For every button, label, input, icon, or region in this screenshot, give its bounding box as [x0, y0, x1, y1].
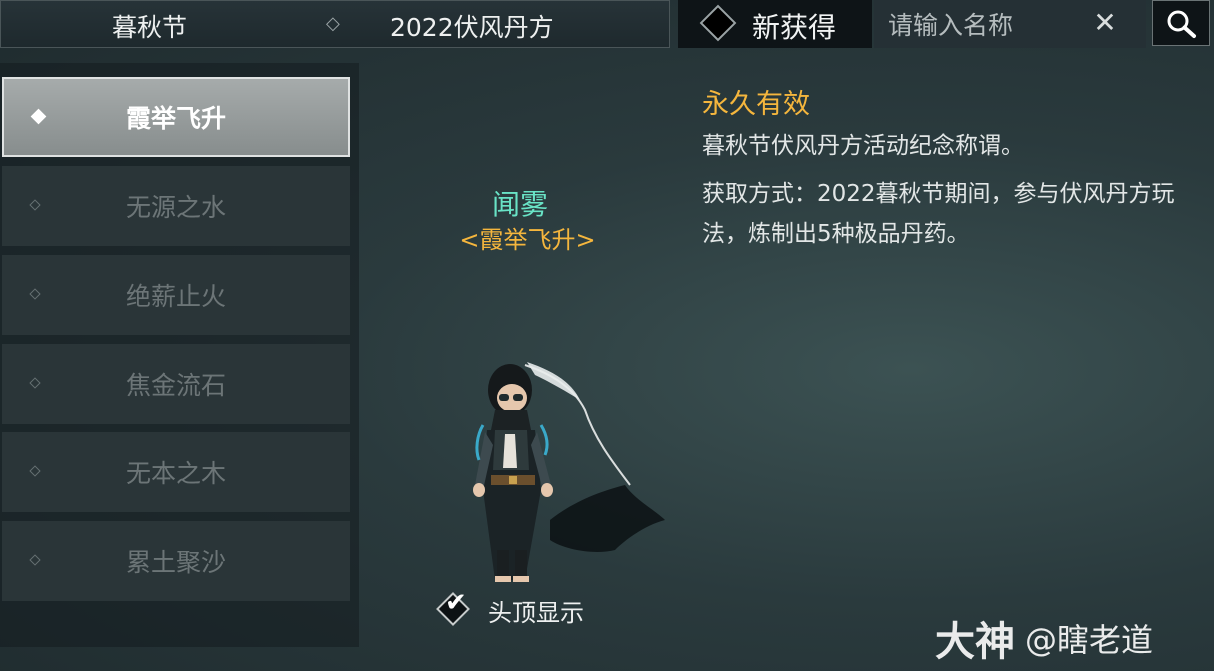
show-overhead-toggle[interactable]: ✔ 头顶显示: [436, 588, 611, 627]
category-separator-icon: ◇: [326, 13, 340, 34]
watermark: 大神 @瞎老道: [935, 609, 1154, 665]
character-name: 闻雾: [491, 188, 548, 221]
checkmark-icon: ✔: [445, 588, 467, 618]
title-item-label: 绝薪止火: [125, 282, 226, 311]
title-item-label: 无本之木: [125, 459, 226, 488]
category-primary[interactable]: 暮秋节: [112, 8, 187, 44]
clear-search-icon[interactable]: ✕: [1090, 6, 1120, 39]
top-bar: 暮秋节 ◇ 2022伏风丹方 新获得 ✕: [0, 0, 1214, 48]
title-item-label: 累土聚沙: [125, 548, 226, 577]
search-button[interactable]: [1152, 0, 1210, 46]
title-item-wuyuanzhishui[interactable]: 无源之水: [2, 166, 350, 246]
character-model[interactable]: [455, 350, 675, 590]
character-title: <霞举飞升>: [459, 226, 596, 254]
title-item-wubenzhimu[interactable]: 无本之木: [2, 432, 350, 512]
title-item-label: 无源之水: [125, 193, 226, 222]
title-item-jiaojinliushi[interactable]: 焦金流石: [2, 344, 350, 424]
title-item-label: 霞举飞升: [125, 104, 226, 133]
search-input[interactable]: [886, 8, 1080, 42]
title-description: 暮秋节伏风丹方活动纪念称谓。: [702, 133, 1024, 159]
watermark-brand-logo: 大神: [935, 619, 1015, 665]
title-item-juexinzhihuo[interactable]: 绝薪止火: [2, 255, 350, 335]
search-icon: [1167, 10, 1196, 38]
title-item-leitujusha[interactable]: 累土聚沙: [2, 521, 350, 601]
title-item-label: 焦金流石: [125, 371, 226, 400]
obtain-method: 获取方式：2022暮秋节期间，参与伏风丹方玩法，炼制出5种极品丹药。: [702, 181, 1175, 247]
category-secondary[interactable]: 2022伏风丹方: [390, 8, 554, 44]
new-obtained-label[interactable]: 新获得: [752, 6, 836, 46]
validity-label: 永久有效: [702, 89, 810, 120]
show-overhead-label: 头顶显示: [488, 599, 584, 627]
watermark-user: @瞎老道: [1025, 621, 1154, 659]
title-item-xiajufeisheng[interactable]: 霞举飞升: [2, 77, 350, 157]
title-list: 霞举飞升 无源之水 绝薪止火 焦金流石 无本之木 累土聚沙: [0, 63, 359, 647]
